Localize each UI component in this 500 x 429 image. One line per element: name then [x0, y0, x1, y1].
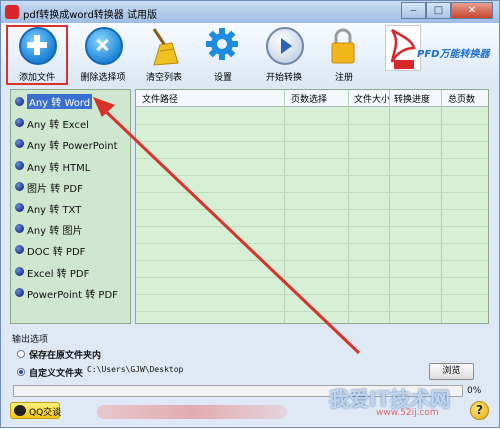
- radio-bullet-icon: [15, 245, 24, 255]
- row-divider: [136, 277, 488, 278]
- row-divider: [136, 124, 488, 125]
- row-divider: [136, 141, 488, 142]
- play-icon: [266, 27, 304, 65]
- start-convert-label: 开始转换: [265, 73, 302, 83]
- conversion-label: Any 转 TXT: [27, 205, 82, 216]
- watermark-url: www.52ij.com: [376, 408, 439, 418]
- row-divider: [136, 209, 488, 210]
- remove-selected-button[interactable]: 删除选择项: [71, 23, 135, 85]
- gear-icon: [205, 27, 239, 61]
- toolbar: 添加文件 删除选择项 清空列表 设置 开始转换 注册 PFD万能转换器: [1, 23, 499, 87]
- custom-folder-radio[interactable]: [17, 368, 25, 376]
- radio-bullet-icon: [15, 97, 24, 106]
- lock-icon: [326, 27, 360, 64]
- blurred-watermark: [97, 405, 287, 419]
- output-options-title: 输出选项: [12, 335, 49, 345]
- column-file-size[interactable]: 文件大小: [354, 92, 390, 105]
- broom-icon: [146, 27, 180, 66]
- register-label: 注册: [334, 73, 353, 83]
- add-file-button[interactable]: 添加文件: [5, 23, 69, 85]
- radio-bullet-icon: [15, 139, 24, 149]
- radio-bullet-icon: [15, 287, 24, 297]
- progress-percent: 0%: [467, 386, 482, 396]
- clear-list-button[interactable]: 清空列表: [132, 23, 196, 85]
- close-button[interactable]: ✕: [451, 2, 493, 19]
- clear-list-label: 清空列表: [145, 73, 182, 83]
- app-icon: [5, 5, 19, 19]
- qq-penguin-icon: [14, 405, 26, 416]
- conversion-item[interactable]: Any 转 图片: [13, 220, 129, 237]
- qq-chat-button[interactable]: QQ交谈: [10, 402, 62, 419]
- conversion-item[interactable]: Any 转 HTML: [13, 157, 129, 174]
- app-window: pdf转换成word转换器 试用版 ‒ □ ✕ 添加文件 删除选择项 清空列表: [0, 0, 500, 428]
- column-file-path[interactable]: 文件路径: [142, 92, 178, 105]
- file-table-header: 文件路径 页数选择 文件大小 转换进度 总页数: [136, 90, 488, 107]
- conversion-label: Excel 转 PDF: [27, 268, 90, 280]
- radio-bullet-icon: [15, 118, 24, 128]
- conversion-label: Any 转 PowerPoint: [27, 141, 118, 153]
- add-file-label: 添加文件: [18, 73, 55, 83]
- row-divider: [136, 260, 488, 261]
- radio-bullet-icon: [15, 266, 24, 276]
- row-divider: [136, 192, 488, 193]
- conversion-label: Any 转 Excel: [27, 120, 89, 132]
- output-path-field[interactable]: C:\Users\GJW\Desktop: [87, 365, 417, 379]
- x-icon: [85, 27, 123, 65]
- custom-folder-label[interactable]: 自定义文件夹: [29, 366, 83, 379]
- row-divider: [136, 158, 488, 159]
- conversion-label: Any 转 Word: [27, 94, 93, 109]
- column-total-pages[interactable]: 总页数: [448, 92, 475, 105]
- save-original-radio[interactable]: [17, 350, 25, 358]
- conversion-item[interactable]: PowerPoint 转 PDF: [13, 284, 129, 301]
- conversion-label: DOC 转 PDF: [27, 247, 86, 259]
- radio-bullet-icon: [15, 224, 24, 234]
- conversion-item[interactable]: Any 转 TXT: [13, 199, 129, 216]
- conversion-label: Any 转 图片: [27, 226, 83, 238]
- brand-text: PFD万能转换器: [417, 49, 490, 60]
- browse-button[interactable]: 浏览: [429, 363, 474, 380]
- register-button[interactable]: 注册: [312, 23, 376, 85]
- row-divider: [136, 311, 488, 312]
- conversion-label: PowerPoint 转 PDF: [27, 289, 118, 301]
- save-original-label[interactable]: 保存在原文件夹内: [29, 348, 101, 361]
- conversion-type-list: Any 转 Word Any 转 Excel Any 转 PowerPoint Any…: [10, 89, 131, 324]
- conversion-item[interactable]: 图片 转 PDF: [13, 178, 129, 195]
- conversion-item[interactable]: Any 转 Excel: [13, 114, 129, 131]
- column-progress[interactable]: 转换进度: [394, 92, 430, 105]
- conversion-label: 图片 转 PDF: [27, 183, 83, 195]
- plus-icon: [19, 27, 57, 65]
- window-title: pdf转换成word转换器 试用版: [23, 10, 157, 21]
- window-controls: ‒ □ ✕: [401, 2, 493, 20]
- radio-bullet-icon: [15, 160, 24, 170]
- conversion-item[interactable]: Excel 转 PDF: [13, 263, 129, 280]
- conversion-item[interactable]: Any 转 Word: [13, 93, 129, 110]
- row-divider: [136, 243, 488, 244]
- remove-selected-label: 删除选择项: [80, 73, 126, 83]
- help-icon[interactable]: ?: [470, 401, 489, 420]
- column-page-selection[interactable]: 页数选择: [291, 92, 327, 105]
- row-divider: [136, 226, 488, 227]
- row-divider: [136, 175, 488, 176]
- settings-label: 设置: [213, 73, 232, 83]
- title-bar[interactable]: pdf转换成word转换器 试用版 ‒ □ ✕: [1, 1, 499, 23]
- conversion-label: Any 转 HTML: [27, 162, 91, 174]
- qq-chat-label: QQ交谈: [29, 408, 62, 418]
- start-convert-button[interactable]: 开始转换: [252, 23, 316, 85]
- maximize-button[interactable]: □: [426, 2, 451, 19]
- settings-button[interactable]: 设置: [191, 23, 255, 85]
- file-table[interactable]: 文件路径 页数选择 文件大小 转换进度 总页数: [135, 89, 489, 324]
- pdf-logo-icon: [385, 25, 421, 71]
- minimize-button[interactable]: ‒: [401, 2, 426, 19]
- radio-bullet-icon: [15, 181, 24, 191]
- conversion-item[interactable]: Any 转 PowerPoint: [13, 135, 129, 152]
- conversion-item[interactable]: DOC 转 PDF: [13, 241, 129, 258]
- row-divider: [136, 294, 488, 295]
- radio-bullet-icon: [15, 203, 24, 212]
